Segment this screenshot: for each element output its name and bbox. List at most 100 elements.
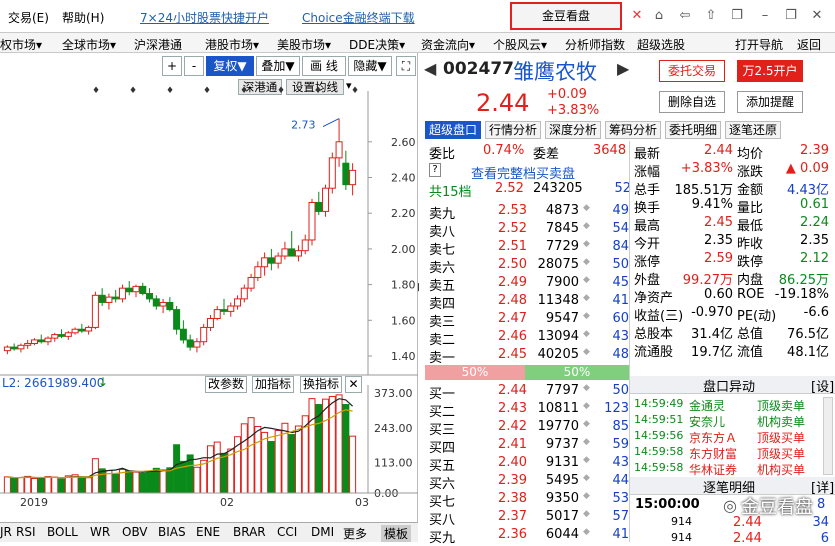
volume-bar <box>51 476 59 494</box>
nav-item[interactable]: DDE决策▾ <box>349 36 405 53</box>
volume-tick-label: 113.00 <box>374 457 413 470</box>
tab-rsi[interactable]: RSI <box>16 525 36 539</box>
add-indicator-button[interactable]: 加指标 <box>252 376 294 393</box>
nav-item[interactable]: 美股市场▾ <box>277 36 331 53</box>
stat-value: 2.59 <box>704 251 733 266</box>
link-choice-download[interactable]: Choice金融终端下载 <box>302 9 415 26</box>
add-alert-button[interactable]: 添加提醒 <box>737 91 803 113</box>
candle-body <box>132 285 140 293</box>
close-icon[interactable]: ✕ <box>808 8 826 24</box>
volume-bar <box>240 423 248 494</box>
ask-volume: 7845 <box>545 221 579 236</box>
weibi-label: 委比 <box>429 147 456 162</box>
tab-dmi[interactable]: DMI <box>311 525 334 539</box>
nav-item[interactable]: 港股市场▾ <box>205 36 259 53</box>
open-account-button[interactable]: 万2.5开户 <box>737 60 803 82</box>
tab-market-analysis[interactable]: 行情分析 <box>485 121 541 139</box>
close-indicator-icon[interactable]: ✕ <box>345 376 362 393</box>
volume-bar <box>3 476 11 494</box>
nav-bar: 权市场▾ 全球市场▾ 沪深港通 港股市场▾ 美股市场▾ DDE决策▾ 资金流向▾… <box>0 33 835 53</box>
candle-body <box>166 301 174 311</box>
window-icon[interactable]: ❐ <box>728 8 746 24</box>
nav-item[interactable]: 沪深港通 <box>134 36 182 53</box>
nav-item[interactable]: 资金流向▾ <box>421 36 475 53</box>
bid-price: 2.37 <box>498 509 527 524</box>
full-book-link[interactable]: 查看完整档买卖盘 <box>471 163 575 182</box>
nav-item[interactable]: 权市场▾ <box>0 36 42 53</box>
volume-bar <box>166 467 174 494</box>
diamond-icon: ◆ <box>583 437 590 447</box>
tab-jr[interactable]: JR <box>0 525 12 539</box>
date-tick-label: 02 <box>220 496 234 509</box>
tab-wr[interactable]: WR <box>90 525 110 539</box>
ask-price: 2.47 <box>498 311 527 326</box>
candle-body <box>200 326 208 343</box>
volume-bar <box>267 441 275 494</box>
restore-icon[interactable]: ❐ <box>782 8 800 24</box>
menu-help[interactable]: 帮助(H) <box>62 9 104 26</box>
tab-template[interactable]: 模板 <box>381 525 412 542</box>
tab-deep-analysis[interactable]: 深度分析 <box>545 121 601 139</box>
volume-bar <box>274 430 282 494</box>
candle-body <box>322 187 330 212</box>
nav-item[interactable]: 超级选股 <box>637 36 685 53</box>
home-icon[interactable]: ⌂ <box>650 8 668 24</box>
tab-super-pankou[interactable]: 超级盘口 <box>425 121 481 139</box>
close-red-icon[interactable]: ✕ <box>628 8 646 24</box>
nav-item[interactable]: 个股风云▾ <box>493 36 547 53</box>
up-icon[interactable]: ⇧ <box>702 8 720 24</box>
prev-stock-icon[interactable]: ◀ <box>424 59 436 78</box>
tab-bias[interactable]: BIAS <box>158 525 186 539</box>
trust-trade-button[interactable]: 委托交易 <box>659 60 725 82</box>
diamond-icon: ◆ <box>583 293 590 303</box>
nav-item[interactable]: 打开导航 <box>735 36 783 53</box>
price-tick-label: 1.60 <box>391 314 416 327</box>
tab-obv[interactable]: OBV <box>122 525 148 539</box>
nav-item[interactable]: 分析师指数 <box>565 36 625 53</box>
zhubi-detail-button[interactable]: [详] <box>811 477 834 496</box>
volume-bar <box>261 431 269 494</box>
switch-indicator-button[interactable]: 换指标 <box>300 376 342 393</box>
stock-price: 2.44 <box>476 89 530 117</box>
candle-body <box>234 298 242 307</box>
tab-tick-restore[interactable]: 逐笔还原 <box>725 121 781 139</box>
menu-bar: 交易(E) 帮助(H) 7×24小时股票快捷开户 Choice金融终端下载 金豆… <box>0 0 835 33</box>
tab-boll[interactable]: BOLL <box>47 525 78 539</box>
ask-volume: 11348 <box>537 293 579 308</box>
candle-body <box>37 339 45 343</box>
stat-label: 总股本 <box>634 327 674 342</box>
tick-seq: 914 <box>671 531 692 544</box>
bid-count: 57 <box>612 509 629 524</box>
candle-body <box>342 162 350 186</box>
minimize-icon[interactable]: – <box>756 8 774 24</box>
stat-value: 2.39 <box>800 143 829 158</box>
stat-label: 均价 <box>737 147 764 162</box>
nav-item[interactable]: 全球市场▾ <box>62 36 116 53</box>
tab-more[interactable]: 更多 <box>343 525 367 542</box>
next-stock-icon[interactable]: ▶ <box>617 59 629 78</box>
tab-chip-analysis[interactable]: 筹码分析 <box>605 121 661 139</box>
promo-button[interactable]: 金豆看盘 <box>510 2 622 30</box>
scrollbar[interactable] <box>823 397 833 475</box>
total-level-vol: 243205 <box>533 181 583 196</box>
stat-value: 2.12 <box>800 251 829 266</box>
pankou-settings-button[interactable]: [设] <box>811 376 834 395</box>
tab-brar[interactable]: BRAR <box>233 525 266 539</box>
tab-order-detail[interactable]: 委托明细 <box>665 121 721 139</box>
candle-body <box>98 294 106 303</box>
delete-watchlist-button[interactable]: 删除自选 <box>659 91 725 113</box>
candle-body <box>308 201 316 241</box>
tab-cci[interactable]: CCI <box>277 525 297 539</box>
diamond-icon: ◆ <box>583 221 590 231</box>
tab-ene[interactable]: ENE <box>196 525 220 539</box>
stat-label: 涨跌 <box>737 165 764 180</box>
volume-bar <box>308 398 316 494</box>
back-icon[interactable]: ⇦ <box>676 8 694 24</box>
stat-value: 2.35 <box>800 233 829 248</box>
help-icon[interactable]: ? <box>429 163 441 177</box>
link-open-account[interactable]: 7×24小时股票快捷开户 <box>140 9 269 26</box>
modify-params-button[interactable]: 改参数 <box>205 376 247 393</box>
alert-time: 14:59:58 <box>634 461 684 474</box>
nav-item[interactable]: 返回 <box>797 36 821 53</box>
menu-trade[interactable]: 交易(E) <box>8 9 49 26</box>
